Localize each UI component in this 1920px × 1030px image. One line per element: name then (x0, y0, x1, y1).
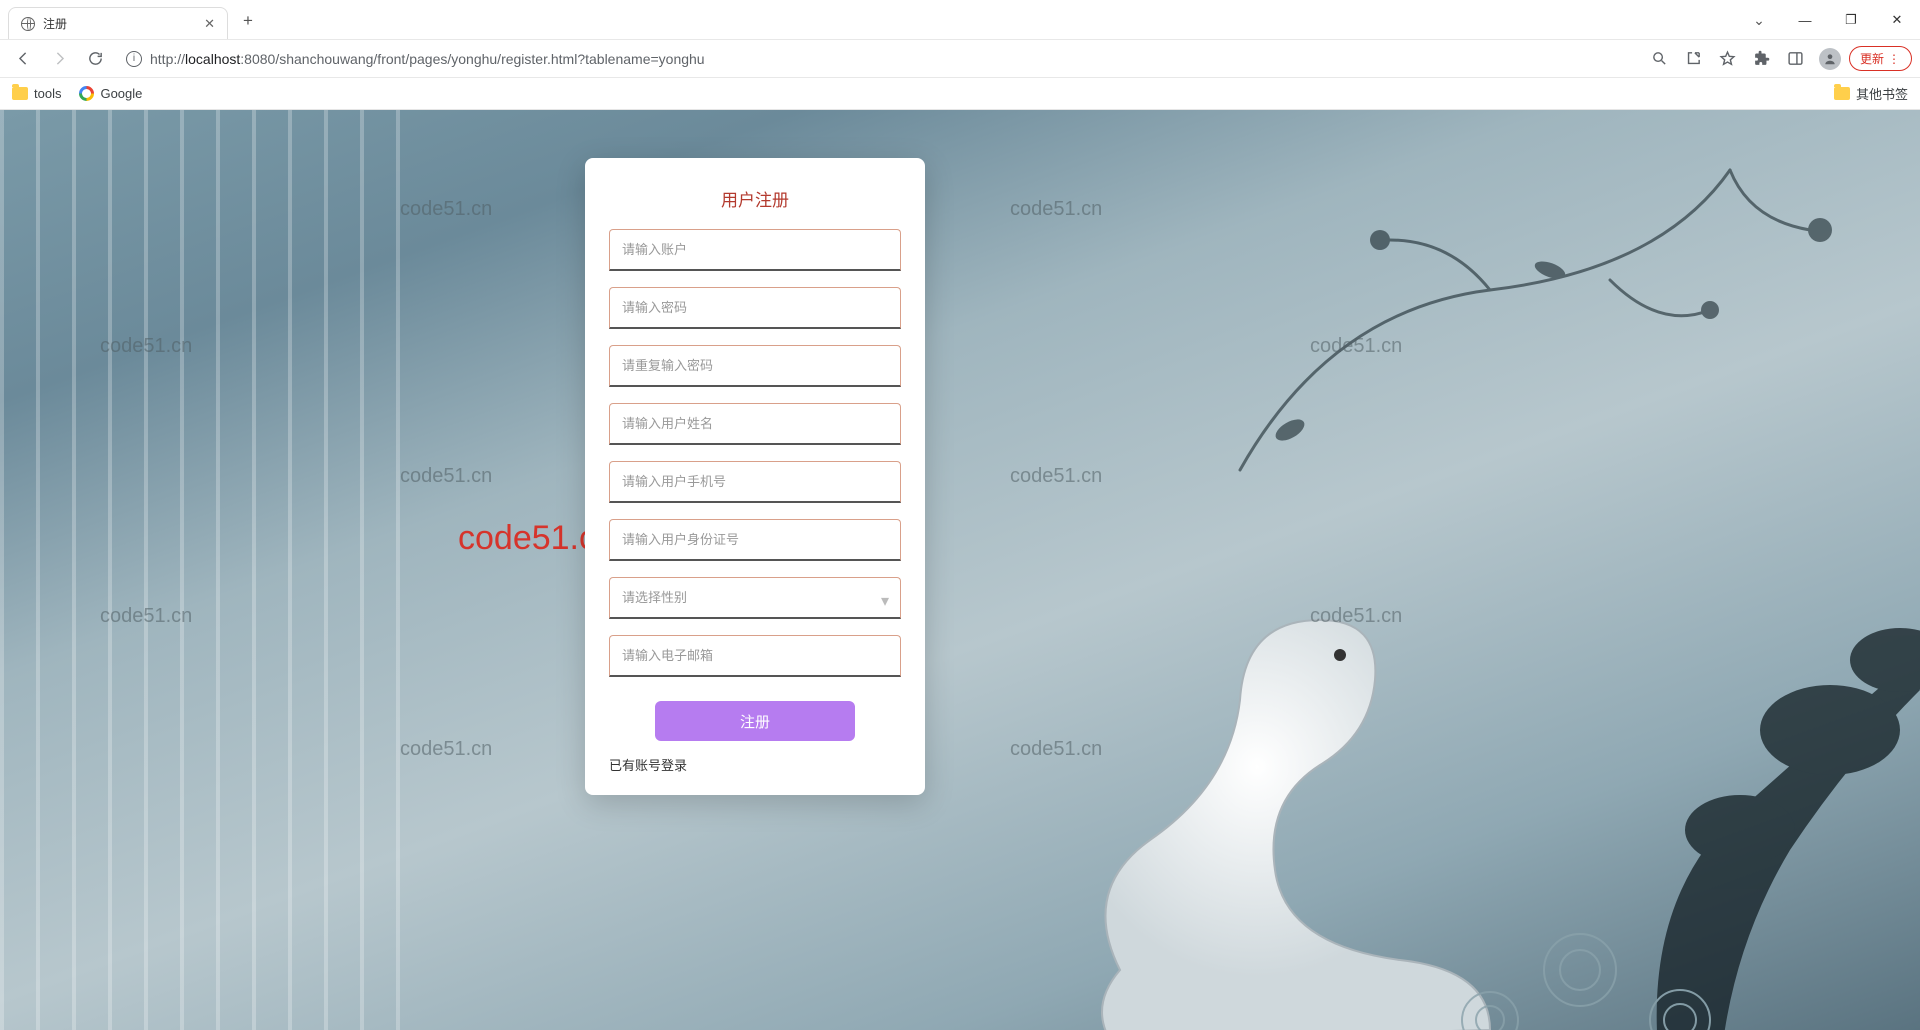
bg-flowers (1360, 550, 1920, 1030)
nav-reload-button[interactable] (80, 44, 110, 74)
site-info-icon[interactable]: i (126, 51, 142, 67)
window-maximize-icon[interactable]: ❐ (1828, 0, 1874, 40)
window-controls: ⌄ — ❐ ✕ (1736, 0, 1920, 40)
watermark: code51.cn (1010, 738, 1102, 761)
nav-back-button[interactable] (8, 44, 38, 74)
register-card: 用户注册 ▾ 注册 已有账号登录 (585, 158, 925, 795)
bg-vines (1190, 130, 1890, 530)
folder-icon (1834, 87, 1850, 100)
bookmark-star-icon[interactable] (1713, 44, 1743, 74)
tab-close-icon[interactable]: ✕ (204, 16, 215, 32)
login-link[interactable]: 已有账号登录 (609, 758, 687, 773)
password-confirm-input[interactable] (609, 345, 901, 387)
gender-select[interactable]: ▾ (609, 577, 901, 635)
password-input[interactable] (609, 287, 901, 329)
watermark: code51.cn (1310, 605, 1402, 628)
page-content: code51.cn code51.cn code51.cn code51.cn … (0, 110, 1920, 1030)
watermark: code51.cn (1310, 335, 1402, 358)
idcard-input[interactable] (609, 519, 901, 561)
browser-tab[interactable]: 注册 ✕ (8, 7, 228, 39)
gender-display[interactable] (609, 577, 901, 619)
browser-toolbar: i http://localhost:8080/shanchouwang/fro… (0, 40, 1920, 78)
phone-input[interactable] (609, 461, 901, 503)
bookmark-tools[interactable]: tools (12, 86, 61, 101)
nav-forward-button[interactable] (44, 44, 74, 74)
form-title: 用户注册 (609, 186, 901, 211)
name-input[interactable] (609, 403, 901, 445)
google-icon (79, 86, 94, 101)
email-input[interactable] (609, 635, 901, 677)
bookmark-other[interactable]: 其他书签 (1834, 84, 1908, 103)
watermark: code51.cn (1010, 465, 1102, 488)
new-tab-button[interactable]: + (234, 7, 262, 35)
folder-icon (12, 87, 28, 100)
bookmark-google[interactable]: Google (79, 86, 142, 101)
share-icon[interactable] (1679, 44, 1709, 74)
bg-stripes (0, 110, 420, 1030)
sidepanel-icon[interactable] (1781, 44, 1811, 74)
window-titlebar: 注册 ✕ + ⌄ — ❐ ✕ (0, 0, 1920, 40)
tab-dropdown-icon[interactable]: ⌄ (1736, 0, 1782, 40)
window-minimize-icon[interactable]: — (1782, 0, 1828, 40)
extensions-icon[interactable] (1747, 44, 1777, 74)
globe-icon (21, 17, 35, 31)
zoom-icon[interactable] (1645, 44, 1675, 74)
update-button[interactable]: 更新⋮ (1849, 46, 1912, 71)
profile-avatar[interactable] (1815, 44, 1845, 74)
register-button[interactable]: 注册 (655, 701, 855, 741)
bookmarks-bar: tools Google 其他书签 (0, 78, 1920, 110)
tab-title: 注册 (43, 15, 67, 32)
address-bar[interactable]: i http://localhost:8080/shanchouwang/fro… (116, 44, 1639, 74)
url-text: http://localhost:8080/shanchouwang/front… (150, 51, 705, 67)
bg-swan (1020, 550, 1540, 1030)
account-input[interactable] (609, 229, 901, 271)
window-close-icon[interactable]: ✕ (1874, 0, 1920, 40)
watermark: code51.cn (1010, 198, 1102, 221)
